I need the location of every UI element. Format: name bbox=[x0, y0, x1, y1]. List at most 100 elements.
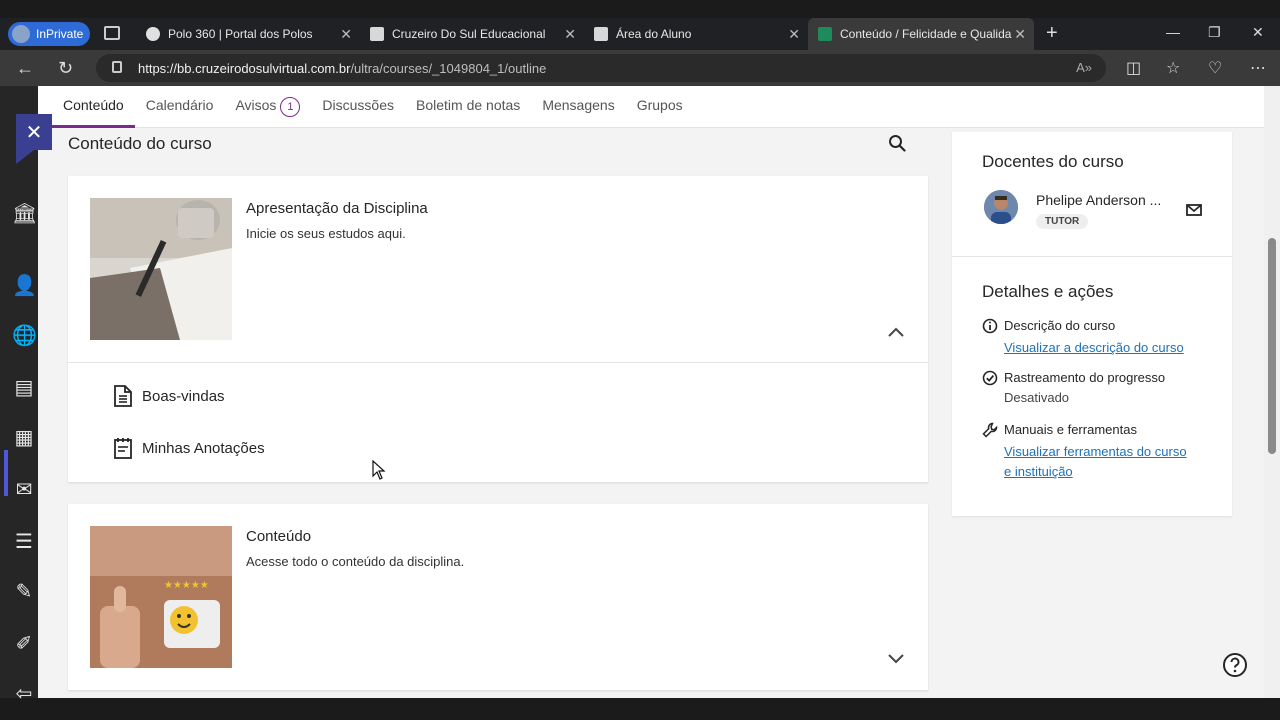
svg-text:★★★★★: ★★★★★ bbox=[164, 580, 209, 591]
scrollbar-thumb[interactable] bbox=[1268, 238, 1276, 454]
sign-out-icon[interactable]: ⇦ bbox=[12, 682, 36, 706]
restore-icon[interactable]: ❐ bbox=[1208, 24, 1221, 41]
minimize-icon[interactable]: — bbox=[1166, 24, 1180, 40]
calendar-icon[interactable]: ▦ bbox=[12, 426, 36, 450]
item-label: Boas-vindas bbox=[142, 387, 225, 405]
content-card-apresentacao[interactable]: Apresentação da Disciplina Inicie os seu… bbox=[68, 176, 928, 482]
tab-title: Cruzeiro Do Sul Educacional bbox=[392, 27, 546, 41]
search-icon[interactable] bbox=[888, 134, 906, 152]
link-line-2: e instituição bbox=[1004, 464, 1073, 479]
detail-label: Manuais e ferramentas bbox=[1004, 422, 1137, 437]
page-scrollbar[interactable] bbox=[1264, 86, 1280, 698]
grades-icon[interactable]: ☰ bbox=[12, 530, 36, 554]
tutor-name[interactable]: Phelipe Anderson ... bbox=[1036, 192, 1161, 208]
close-tab-icon[interactable]: ✕ bbox=[564, 26, 576, 43]
tab-boletim[interactable]: Boletim de notas bbox=[405, 86, 531, 128]
close-tab-icon[interactable]: ✕ bbox=[788, 26, 800, 43]
item-label: Minhas Anotações bbox=[142, 439, 265, 457]
tab-avisos[interactable]: Avisos 1 bbox=[224, 86, 311, 128]
course-side-panel: Docentes do curso Phelipe Anderson ... T… bbox=[952, 132, 1232, 516]
profile-icon[interactable]: 👤 bbox=[12, 274, 37, 298]
progress-status: Desativado bbox=[1004, 390, 1070, 405]
mouse-cursor-icon bbox=[372, 460, 386, 480]
detail-label: Rastreamento do progresso bbox=[1004, 370, 1166, 385]
inprivate-button[interactable]: InPrivate bbox=[8, 22, 90, 46]
rail-active-indicator bbox=[4, 450, 8, 496]
tab-label: Avisos bbox=[235, 97, 277, 113]
globe-icon[interactable]: 🌐 bbox=[12, 324, 37, 348]
view-tools-link[interactable]: Visualizar ferramentas do curso e institu… bbox=[1004, 442, 1187, 482]
chevron-down-icon[interactable] bbox=[886, 648, 906, 668]
avisos-count-badge: 1 bbox=[280, 97, 301, 117]
check-circle-icon bbox=[982, 370, 998, 386]
link-line-1: Visualizar ferramentas do curso bbox=[1004, 444, 1187, 459]
help-icon[interactable] bbox=[1222, 652, 1248, 678]
tab-grupos[interactable]: Grupos bbox=[626, 86, 694, 128]
tab-actions-icon[interactable] bbox=[104, 26, 120, 40]
close-window-icon[interactable]: ✕ bbox=[1252, 24, 1264, 41]
course-tabs: Conteúdo Calendário Avisos 1 Discussões B… bbox=[38, 86, 1264, 128]
tab-label: Discussões bbox=[322, 97, 395, 113]
card-thumbnail-writing bbox=[90, 198, 232, 340]
chevron-up-icon[interactable] bbox=[886, 322, 906, 342]
more-menu-icon[interactable]: ⋯ bbox=[1250, 58, 1266, 78]
tools-icon[interactable]: ✎ bbox=[12, 580, 36, 604]
tutor-role-badge: TUTOR bbox=[1036, 214, 1089, 229]
browser-tab-1[interactable]: Polo 360 | Portal dos Polos ✕ bbox=[136, 18, 360, 50]
tab-label: Calendário bbox=[145, 97, 214, 113]
content-card-conteudo[interactable]: ★★★★★ Conteúdo Acesse todo o conteúdo da… bbox=[68, 504, 928, 690]
tab-conteudo[interactable]: Conteúdo bbox=[52, 86, 135, 128]
close-tab-icon[interactable]: ✕ bbox=[340, 26, 352, 43]
tab-title: Área do Aluno bbox=[616, 27, 692, 41]
teachers-title: Docentes do curso bbox=[982, 152, 1124, 171]
profile-icon bbox=[12, 25, 30, 43]
list-item-minhas-anotacoes[interactable]: Minhas Anotações bbox=[112, 436, 265, 460]
card-divider bbox=[68, 362, 928, 363]
favicon-icon bbox=[146, 27, 160, 41]
split-screen-icon[interactable]: ◫ bbox=[1126, 58, 1141, 78]
browser-tab-4[interactable]: Conteúdo / Felicidade e Qualidade ✕ bbox=[808, 18, 1034, 50]
close-tab-icon[interactable]: ✕ bbox=[1014, 26, 1026, 43]
info-icon bbox=[982, 318, 998, 334]
card-description: Acesse todo o conteúdo da disciplina. bbox=[246, 554, 465, 569]
lock-icon bbox=[112, 61, 122, 73]
edit-icon[interactable]: ✐ bbox=[12, 632, 36, 656]
card-thumbnail-thumbs-up: ★★★★★ bbox=[90, 526, 232, 668]
reload-icon[interactable]: ↻ bbox=[58, 58, 73, 79]
section-title: Conteúdo do curso bbox=[68, 134, 212, 153]
favicon-icon bbox=[370, 27, 384, 41]
tab-label: Boletim de notas bbox=[416, 97, 521, 113]
tab-label: Grupos bbox=[636, 97, 683, 113]
view-description-link[interactable]: Visualizar a descrição do curso bbox=[1004, 338, 1184, 358]
notes-icon bbox=[114, 438, 132, 459]
global-nav-rail: 🏛 👤 🌐 ▤ ▦ ✉ ☰ ✎ ✐ ⇦ bbox=[0, 86, 38, 705]
tab-title: Polo 360 | Portal dos Polos bbox=[168, 27, 313, 41]
wrench-icon bbox=[982, 422, 998, 438]
browser-tab-3[interactable]: Área do Aluno ✕ bbox=[584, 18, 808, 50]
browser-tab-2[interactable]: Cruzeiro Do Sul Educacional ✕ bbox=[360, 18, 584, 50]
mail-icon[interactable] bbox=[1186, 204, 1202, 216]
card-title[interactable]: Apresentação da Disciplina bbox=[246, 200, 428, 217]
institution-icon[interactable]: 🏛 bbox=[12, 202, 37, 226]
new-tab-icon[interactable]: + bbox=[1046, 22, 1058, 45]
card-title[interactable]: Conteúdo bbox=[246, 528, 311, 545]
tab-discussoes[interactable]: Discussões bbox=[311, 86, 405, 128]
back-icon[interactable]: ← bbox=[16, 58, 34, 79]
tab-calendario[interactable]: Calendário bbox=[135, 86, 225, 128]
tab-label: Conteúdo bbox=[63, 97, 124, 113]
browser-essentials-icon[interactable]: ♡ bbox=[1208, 58, 1222, 78]
courses-icon[interactable]: ▤ bbox=[12, 376, 36, 400]
address-bar[interactable]: https://bb.cruzeirodosulvirtual.com.br/u… bbox=[96, 54, 1106, 82]
avatar[interactable] bbox=[984, 190, 1018, 224]
detail-label: Descrição do curso bbox=[1004, 318, 1116, 333]
browser-tab-strip: InPrivate Polo 360 | Portal dos Polos ✕ … bbox=[0, 18, 1280, 50]
card-description: Inicie os seus estudos aqui. bbox=[246, 226, 406, 241]
tab-mensagens[interactable]: Mensagens bbox=[531, 86, 625, 128]
url-host: https://bb.cruzeirodosulvirtual.com.br bbox=[138, 60, 351, 76]
read-aloud-icon[interactable]: A» bbox=[1076, 60, 1092, 75]
messages-icon[interactable]: ✉ bbox=[12, 478, 36, 502]
favorites-icon[interactable]: ☆ bbox=[1166, 58, 1180, 78]
list-item-boas-vindas[interactable]: Boas-vindas bbox=[112, 384, 225, 408]
url-path: /ultra/courses/_1049804_1/outline bbox=[350, 60, 547, 76]
close-course-button[interactable]: ✕ bbox=[16, 114, 52, 164]
